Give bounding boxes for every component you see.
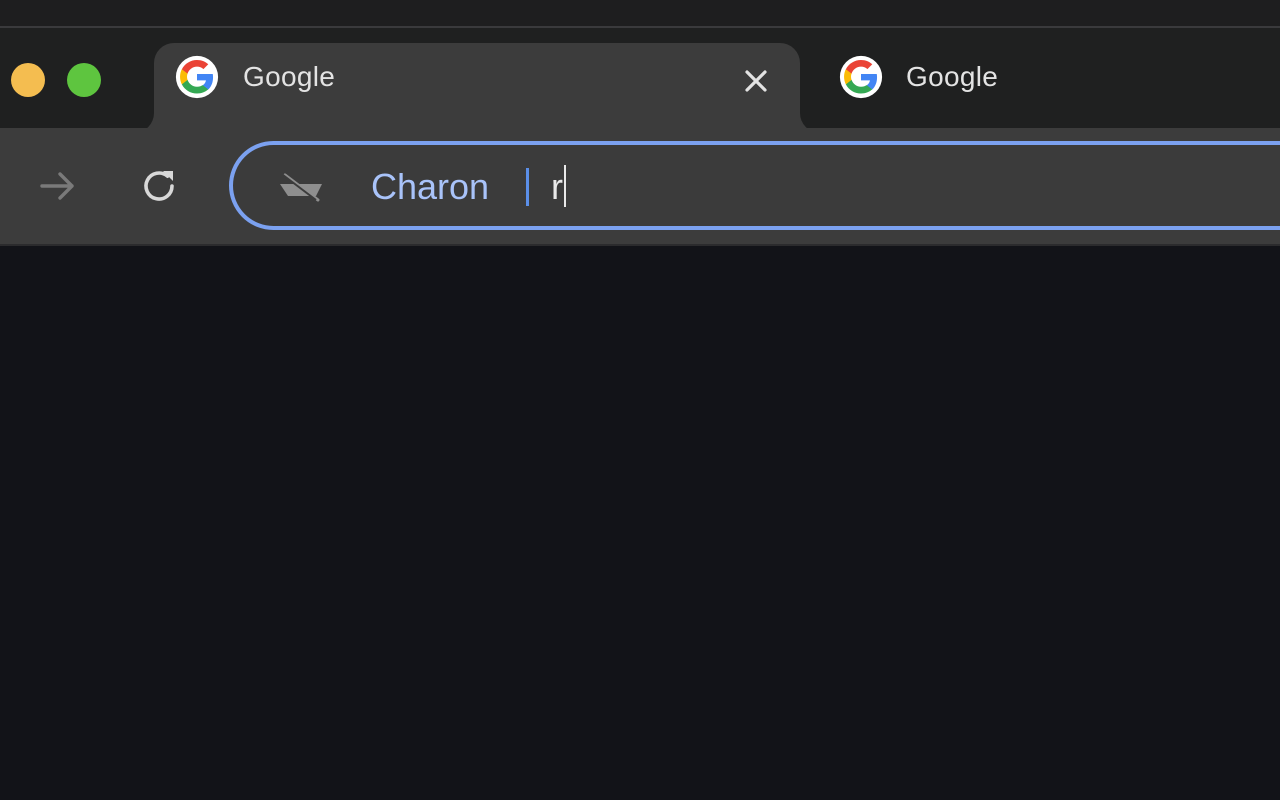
text-caret [564, 165, 566, 207]
minimize-button[interactable] [11, 63, 45, 97]
arrow-right-icon [40, 172, 74, 200]
close-tab-button[interactable] [734, 59, 778, 103]
chip-separator [526, 168, 529, 206]
tab-google-inactive[interactable]: Google [812, 43, 1280, 113]
title-strip [0, 0, 1280, 26]
omnibox-input[interactable]: r [551, 165, 566, 209]
reload-icon [144, 171, 174, 201]
tab-title: Google [906, 61, 999, 92]
reload-button[interactable] [131, 158, 187, 214]
typed-text: r [551, 166, 563, 207]
close-icon [745, 70, 767, 92]
zoom-button[interactable] [67, 63, 101, 97]
google-g-icon [839, 55, 883, 99]
address-bar[interactable]: Charon r [229, 141, 1280, 230]
tab-title: Google [243, 61, 336, 92]
google-g-icon [175, 55, 219, 99]
page-content [0, 246, 1280, 800]
search-scope-chip[interactable]: Charon [371, 165, 489, 209]
forward-button[interactable] [30, 158, 86, 214]
browser-window: Google Google Charon r [0, 0, 1280, 800]
boat-icon [280, 173, 322, 202]
tab-google-active[interactable]: Google [154, 43, 800, 133]
